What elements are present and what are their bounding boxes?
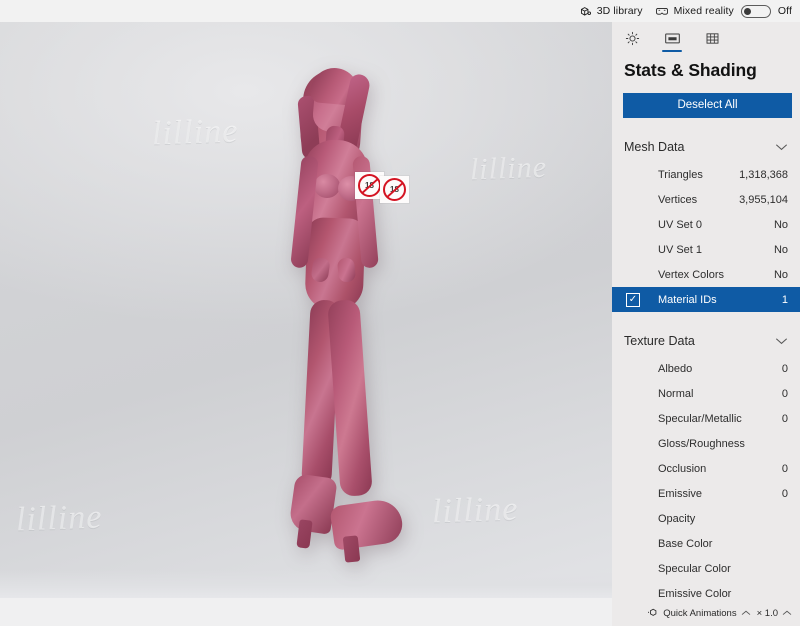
chevron-down-icon [775, 143, 788, 151]
tab-selected-indicator [662, 50, 682, 52]
row-vertices[interactable]: Vertices 3,955,104 [612, 187, 800, 212]
row-value: 0 [781, 487, 788, 500]
3d-library-button[interactable]: 3D library [579, 5, 643, 18]
row-label: Opacity [658, 512, 696, 525]
watermark: lilline [15, 498, 103, 539]
row-label: Base Color [658, 537, 713, 550]
marker-glyph: 18 [390, 184, 399, 194]
3d-viewport[interactable]: lilline lilline lilline lilline 18 18 [0, 22, 612, 598]
mesh-data-rows: Triangles 1,318,368 Vertices 3,955,104 U… [612, 162, 800, 312]
stats-shading-icon [664, 31, 681, 46]
row-label: Occlusion [658, 462, 707, 475]
row-value: 1 [781, 293, 788, 306]
material-ids-checkbox[interactable]: ✓ [626, 292, 640, 307]
prohibition-icon: 18 [383, 178, 406, 201]
row-uv-set-1[interactable]: UV Set 1 No [612, 237, 800, 262]
grid-icon [705, 31, 720, 46]
model-leg-right [327, 299, 373, 497]
stats-shading-panel: Stats & Shading Deselect All Mesh Data T… [612, 22, 800, 626]
app-window: 3D library Mixed reality Off lilline lil… [0, 0, 800, 626]
mixed-reality-icon [655, 5, 669, 18]
mixed-reality-label: Mixed reality [673, 5, 734, 17]
row-label: Triangles [658, 168, 703, 181]
row-label: Vertex Colors [658, 268, 725, 281]
row-value: 0 [781, 362, 788, 375]
row-albedo[interactable]: Albedo 0 [612, 356, 800, 381]
row-opacity[interactable]: Opacity [612, 506, 800, 531]
row-uv-set-0[interactable]: UV Set 0 No [612, 212, 800, 237]
row-triangles[interactable]: Triangles 1,318,368 [612, 162, 800, 187]
row-normal[interactable]: Normal 0 [612, 381, 800, 406]
sun-icon [625, 31, 640, 46]
marker-glyph: 18 [365, 180, 374, 190]
3d-library-label: 3D library [596, 5, 643, 17]
row-value: 0 [781, 462, 788, 475]
row-value: No [773, 243, 788, 256]
model-heel-right [342, 535, 361, 563]
row-vertex-colors[interactable]: Vertex Colors No [612, 262, 800, 287]
row-label: Vertices [658, 193, 698, 206]
quick-animations-label: Quick Animations [663, 607, 737, 619]
bottom-bar: Quick Animations × 1.0 [612, 600, 800, 626]
row-label: Albedo [658, 362, 693, 375]
row-value: 3,955,104 [739, 193, 788, 206]
model-hand-right [336, 257, 357, 283]
panel-tab-bar [612, 22, 800, 54]
row-label: UV Set 0 [658, 218, 703, 231]
row-value: No [773, 218, 788, 231]
chevron-down-icon [775, 337, 788, 345]
row-specular-color[interactable]: Specular Color [612, 556, 800, 581]
quick-animations-button[interactable]: Quick Animations [647, 607, 750, 619]
row-value: 1,318,368 [739, 168, 788, 181]
texture-data-rows: Albedo 0 Normal 0 Specular/Metallic 0 Gl… [612, 356, 800, 606]
deselect-all-button[interactable]: Deselect All [623, 93, 792, 118]
character-model[interactable] [240, 52, 490, 598]
row-label: Material IDs [658, 293, 717, 306]
row-label: UV Set 1 [658, 243, 703, 256]
row-material-ids[interactable]: ✓ Material IDs 1 [612, 287, 800, 312]
mixed-reality-state: Off [777, 5, 792, 17]
section-header-texture-data[interactable]: Texture Data [612, 326, 800, 356]
section-title: Mesh Data [624, 140, 685, 154]
row-gloss-roughness[interactable]: Gloss/Roughness [612, 431, 800, 456]
model-chest-left [314, 174, 340, 198]
row-occlusion[interactable]: Occlusion 0 [612, 456, 800, 481]
tab-grid[interactable] [699, 23, 725, 53]
watermark: lilline [151, 112, 239, 153]
chevron-up-icon [741, 610, 751, 616]
prohibition-icon: 18 [358, 174, 381, 197]
row-label: Emissive Color [658, 587, 732, 600]
row-label: Specular/Metallic [658, 412, 742, 425]
page-title: Stats & Shading [624, 60, 757, 80]
playback-speed-button[interactable]: × 1.0 [757, 608, 792, 619]
tab-stats-shading[interactable] [659, 23, 685, 53]
model-boot-right [329, 497, 405, 551]
row-base-color[interactable]: Base Color [612, 531, 800, 556]
model-heel-left [296, 519, 313, 549]
row-value: 0 [781, 387, 788, 400]
row-label: Specular Color [658, 562, 731, 575]
mixed-reality-control[interactable]: Mixed reality Off [655, 4, 792, 18]
chevron-up-icon [782, 610, 792, 616]
row-value: 0 [781, 412, 788, 425]
model-boot-left [288, 473, 338, 535]
row-label: Emissive [658, 487, 703, 500]
row-value: No [773, 268, 788, 281]
animation-icon [647, 607, 659, 619]
section-title: Texture Data [624, 334, 695, 348]
censor-marker-right: 18 [380, 176, 409, 203]
row-specular-metallic[interactable]: Specular/Metallic 0 [612, 406, 800, 431]
playback-speed-label: × 1.0 [756, 607, 778, 619]
top-bar: 3D library Mixed reality Off [0, 0, 800, 22]
row-emissive[interactable]: Emissive 0 [612, 481, 800, 506]
row-label: Gloss/Roughness [658, 437, 745, 450]
cube-library-icon [579, 5, 592, 18]
mixed-reality-toggle[interactable] [740, 4, 771, 18]
toggle-knob [743, 7, 751, 15]
viewport-bottom-strip [0, 598, 612, 626]
section-header-mesh-data[interactable]: Mesh Data [612, 132, 800, 162]
row-label: Normal [658, 387, 694, 400]
tab-lighting[interactable] [619, 23, 645, 53]
